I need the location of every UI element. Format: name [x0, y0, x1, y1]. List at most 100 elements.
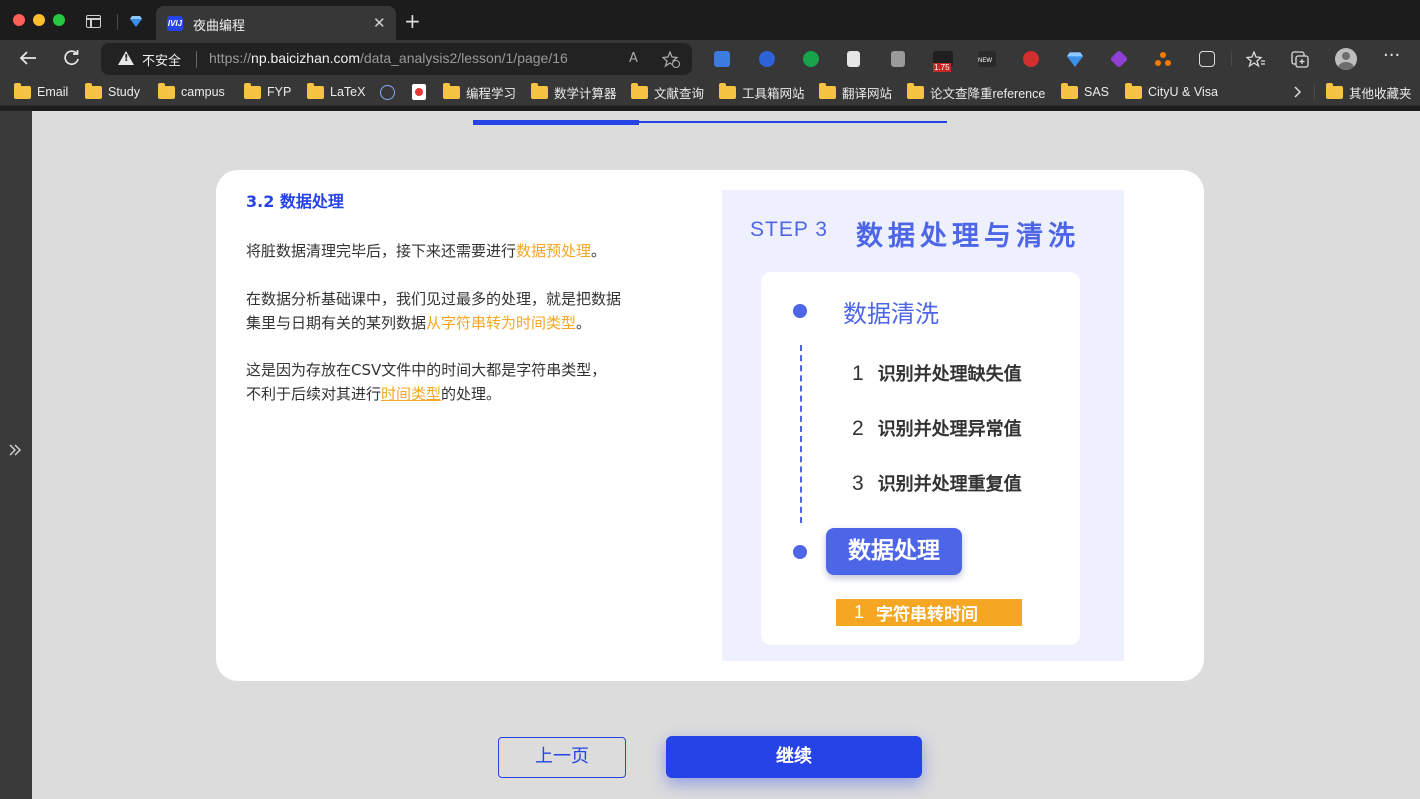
step-title: 数据处理与清洗 [856, 221, 1080, 252]
bookmark-cityu-visa[interactable]: CityU & Visa [1125, 82, 1218, 101]
extensions-puzzle-icon[interactable] [1199, 51, 1215, 67]
bullet-dot [793, 304, 807, 318]
folder-icon [14, 82, 31, 99]
add-favorite-icon[interactable] [662, 51, 680, 68]
folder-icon [85, 82, 102, 99]
folder-icon [907, 82, 924, 99]
folder-icon [819, 82, 836, 99]
cleaning-item: 2 识别并处理异常值 [852, 417, 1022, 440]
bookmark-other-favorites[interactable]: 其他收藏夹 [1326, 82, 1412, 101]
timeline-dashed-line [800, 345, 802, 523]
translate-extension-icon[interactable] [714, 51, 730, 67]
settings-menu-button[interactable]: ··· [1383, 46, 1400, 66]
new-extension-icon[interactable]: NEW [978, 51, 996, 67]
bookmark-study[interactable]: Study [85, 82, 140, 101]
bookmark-coding[interactable]: 编程学习 [443, 82, 516, 101]
processing-item: 1 字符串转时间 [836, 599, 1022, 626]
tab-title: 夜曲编程 [193, 19, 246, 34]
navbar-divider [1231, 52, 1232, 66]
address-bar[interactable]: 不安全 https://np.baicizhan.com/data_analys… [101, 43, 692, 75]
stop-extension-icon[interactable] [1023, 51, 1039, 67]
tab-active[interactable]: IVIJ 夜曲编程 ✕ [156, 6, 396, 40]
step-label: STEP 3 [750, 218, 828, 241]
folder-icon [1125, 82, 1142, 99]
grammarly-extension-icon[interactable] [803, 51, 819, 67]
warning-icon [118, 51, 134, 65]
folder-icon [244, 82, 261, 99]
url-text[interactable]: https://np.baicizhan.com/data_analysis2/… [209, 50, 568, 66]
bookmark-email[interactable]: Email [14, 82, 68, 101]
new-badge: NEW [978, 58, 992, 64]
time-type-link[interactable]: 时间类型 [381, 385, 441, 403]
folder-icon [531, 82, 548, 99]
minimize-window-button[interactable] [33, 14, 45, 26]
lesson-progress-fill [473, 120, 639, 125]
bookmark-literature[interactable]: 文献查询 [631, 82, 704, 101]
bookmarks-divider [1314, 84, 1315, 100]
lesson-progress-bar [473, 120, 947, 125]
paragraph-1: 将脏数据清理完毕后，接下来还需要进行数据预处理。 [246, 242, 607, 260]
bullet-dot [793, 545, 807, 559]
bookmark-math-calculator[interactable]: 数学计算器 [531, 82, 617, 101]
diamond-extension-icon[interactable] [1067, 51, 1083, 67]
highlight-preprocessing: 数据预处理 [516, 242, 592, 260]
document-extension-icon[interactable] [847, 51, 860, 67]
zoom-window-button[interactable] [53, 14, 65, 26]
chevron-right-icon[interactable] [1294, 86, 1302, 98]
cube-extension-icon[interactable] [1109, 49, 1129, 69]
bookmark-translate[interactable]: 翻译网站 [819, 82, 892, 101]
previous-page-button[interactable]: 上一页 [498, 737, 626, 778]
profile-avatar[interactable] [1335, 48, 1357, 70]
bookmarks-bar: Email Study campus FYP LaTeX 编程学习 数学计算器 … [0, 78, 1420, 106]
collections-icon[interactable] [1291, 51, 1309, 68]
atom-icon [380, 84, 395, 100]
bookmark-toolbox[interactable]: 工具箱网站 [719, 82, 805, 101]
folder-icon [307, 82, 324, 99]
paragraph-2: 在数据分析基础课中，我们见过最多的处理，就是把数据集里与日期有关的某列数据从字符… [246, 290, 622, 332]
data-processing-heading: 数据处理 [826, 528, 962, 575]
titlebar-divider [117, 14, 118, 30]
refresh-icon[interactable] [63, 50, 80, 67]
highlight-string-to-time: 从字符串转为时间类型 [426, 313, 577, 332]
read-aloud-icon[interactable]: A [629, 51, 638, 66]
folder-icon [443, 82, 460, 99]
tab-actions-icon[interactable] [86, 15, 101, 28]
paragraph-3: 这是因为存放在CSV文件中的时间大都是字符串类型，不利于后续对其进行时间类型的处… [246, 361, 607, 403]
bookmark-atom[interactable] [380, 83, 395, 101]
site-favicon: IVIJ [167, 16, 183, 31]
slide-inner-card: 数据清洗 1 识别并处理缺失值 2 识别并处理异常值 3 识别并处理重复值 数据处理 … [761, 272, 1080, 645]
dots-extension-icon[interactable] [1155, 51, 1171, 67]
data-cleaning-heading: 数据清洗 [843, 300, 939, 328]
url-divider [196, 51, 197, 68]
folder-icon [1061, 82, 1078, 99]
page-content: 3.2 数据处理 将脏数据清理完毕后，接下来还需要进行数据预处理。 在数据分析基… [0, 111, 1420, 799]
slide-illustration: STEP 3 数据处理与清洗 数据清洗 1 识别并处理缺失值 2 识别并处理异常值 … [722, 190, 1124, 661]
back-arrow-icon[interactable] [19, 50, 37, 66]
continue-button[interactable]: 继续 [666, 736, 922, 778]
browser-titlebar: IVIJ 夜曲编程 ✕ + [0, 0, 1420, 40]
bookmark-fyp[interactable]: FYP [244, 82, 291, 101]
folder-icon [631, 82, 648, 99]
folder-icon [158, 82, 175, 99]
side-panel [0, 111, 32, 799]
speed-extension-icon[interactable]: 1.75 [933, 51, 953, 72]
folder-icon [719, 82, 736, 99]
security-label[interactable]: 不安全 [142, 50, 181, 69]
tab-extension-icon[interactable] [759, 51, 775, 67]
diamond-tab-icon[interactable] [130, 15, 142, 27]
copy-extension-icon[interactable] [891, 51, 905, 67]
close-window-button[interactable] [13, 14, 25, 26]
expand-sidebar-icon[interactable] [8, 443, 22, 457]
cleaning-item: 1 识别并处理缺失值 [852, 362, 1022, 385]
tab-close-icon[interactable]: ✕ [373, 14, 386, 32]
bookmark-sas[interactable]: SAS [1061, 82, 1109, 101]
bookmark-paper-reference[interactable]: 论文查降重reference [907, 82, 1045, 101]
lesson-card: 3.2 数据处理 将脏数据清理完毕后，接下来还需要进行数据预处理。 在数据分析基… [216, 170, 1204, 681]
bookmark-latex[interactable]: LaTeX [307, 82, 365, 101]
new-tab-button[interactable]: + [404, 11, 421, 31]
folder-icon [1326, 82, 1343, 99]
bookmark-red-app[interactable] [412, 83, 426, 101]
bookmark-campus[interactable]: campus [158, 82, 225, 101]
favorites-icon[interactable] [1246, 51, 1266, 68]
red-app-icon [412, 84, 426, 100]
